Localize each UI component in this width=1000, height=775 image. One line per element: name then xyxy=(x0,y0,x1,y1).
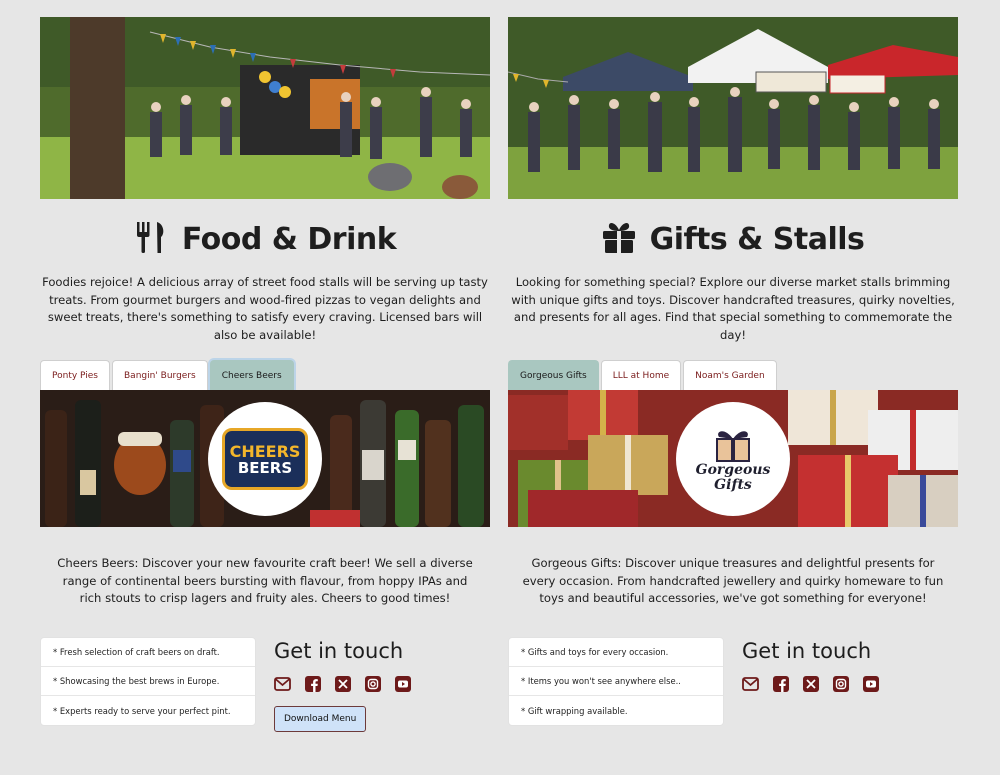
vendor-tabs: Gorgeous Gifts LLL at Home Noam's Garden xyxy=(508,360,777,390)
facebook-icon[interactable] xyxy=(304,675,321,692)
food-drink-section: Food & Drink Foodies rejoice! A deliciou… xyxy=(40,17,490,732)
logo-text-cheers: CHEERS xyxy=(229,441,301,461)
social-links xyxy=(742,675,879,692)
cheers-beers-banner: CHEERS BEERS xyxy=(40,390,490,527)
gifts-stalls-heading: Gifts & Stalls xyxy=(508,217,958,261)
logo-text-gorgeous: Gorgeous xyxy=(695,462,771,478)
gifts-stalls-section: Gifts & Stalls Looking for something spe… xyxy=(508,17,958,726)
food-drink-heading: Food & Drink xyxy=(40,217,490,261)
youtube-icon[interactable] xyxy=(862,675,879,692)
cheers-beers-logo: CHEERS BEERS xyxy=(208,402,322,516)
contact-block: Get in touch xyxy=(742,639,879,692)
contact-heading: Get in touch xyxy=(274,639,404,663)
contact-block: Get in touch Download Menu xyxy=(274,639,411,732)
market-stalls-photo xyxy=(508,17,958,199)
logo-text-beers: BEERS xyxy=(237,458,293,477)
vendor-description: Cheers Beers: Discover your new favourit… xyxy=(57,556,473,605)
tab-lll-at-home[interactable]: LLL at Home xyxy=(600,360,682,390)
list-item: * Gifts and toys for every occasion. xyxy=(509,638,723,667)
gift-icon xyxy=(602,220,636,258)
feature-list: * Gifts and toys for every occasion. * I… xyxy=(508,637,724,726)
list-item: * Showcasing the best brews in Europe. xyxy=(41,667,255,696)
instagram-icon[interactable] xyxy=(832,675,849,692)
section-title: Food & Drink xyxy=(181,221,397,257)
tab-ponty-pies[interactable]: Ponty Pies xyxy=(40,360,110,390)
email-icon[interactable] xyxy=(742,675,759,692)
gorgeous-gifts-banner: Gorgeous Gifts xyxy=(508,390,958,527)
instagram-icon[interactable] xyxy=(364,675,381,692)
utensils-icon xyxy=(134,220,168,258)
feature-list: * Fresh selection of craft beers on draf… xyxy=(40,637,256,726)
contact-heading: Get in touch xyxy=(742,639,872,663)
x-twitter-icon[interactable] xyxy=(334,675,351,692)
tab-cheers-beers[interactable]: Cheers Beers xyxy=(209,360,294,390)
email-icon[interactable] xyxy=(274,675,291,692)
vendor-description: Gorgeous Gifts: Discover unique treasure… xyxy=(522,556,944,605)
youtube-icon[interactable] xyxy=(394,675,411,692)
gorgeous-gifts-logo: Gorgeous Gifts xyxy=(676,402,790,516)
x-twitter-icon[interactable] xyxy=(802,675,819,692)
tab-gorgeous-gifts[interactable]: Gorgeous Gifts xyxy=(508,360,599,390)
list-item: * Gift wrapping available. xyxy=(521,705,628,716)
food-festival-photo xyxy=(40,17,490,199)
logo-text-gifts: Gifts xyxy=(714,477,752,493)
facebook-icon[interactable] xyxy=(772,675,789,692)
gift-box-logo-icon xyxy=(716,431,750,462)
section-intro: Foodies rejoice! A delicious array of st… xyxy=(42,275,488,342)
list-item: * Fresh selection of craft beers on draf… xyxy=(41,638,255,667)
section-title: Gifts & Stalls xyxy=(649,221,865,257)
tab-bangin-burgers[interactable]: Bangin' Burgers xyxy=(112,360,208,390)
list-item: * Experts ready to serve your perfect pi… xyxy=(53,705,231,716)
vendor-tabs: Ponty Pies Bangin' Burgers Cheers Beers xyxy=(40,360,294,390)
section-intro: Looking for something special? Explore o… xyxy=(511,275,955,342)
download-menu-button[interactable]: Download Menu xyxy=(274,706,367,732)
tab-noams-garden[interactable]: Noam's Garden xyxy=(683,360,777,390)
list-item: * Items you won't see anywhere else.. xyxy=(509,667,723,696)
social-links xyxy=(274,675,411,692)
